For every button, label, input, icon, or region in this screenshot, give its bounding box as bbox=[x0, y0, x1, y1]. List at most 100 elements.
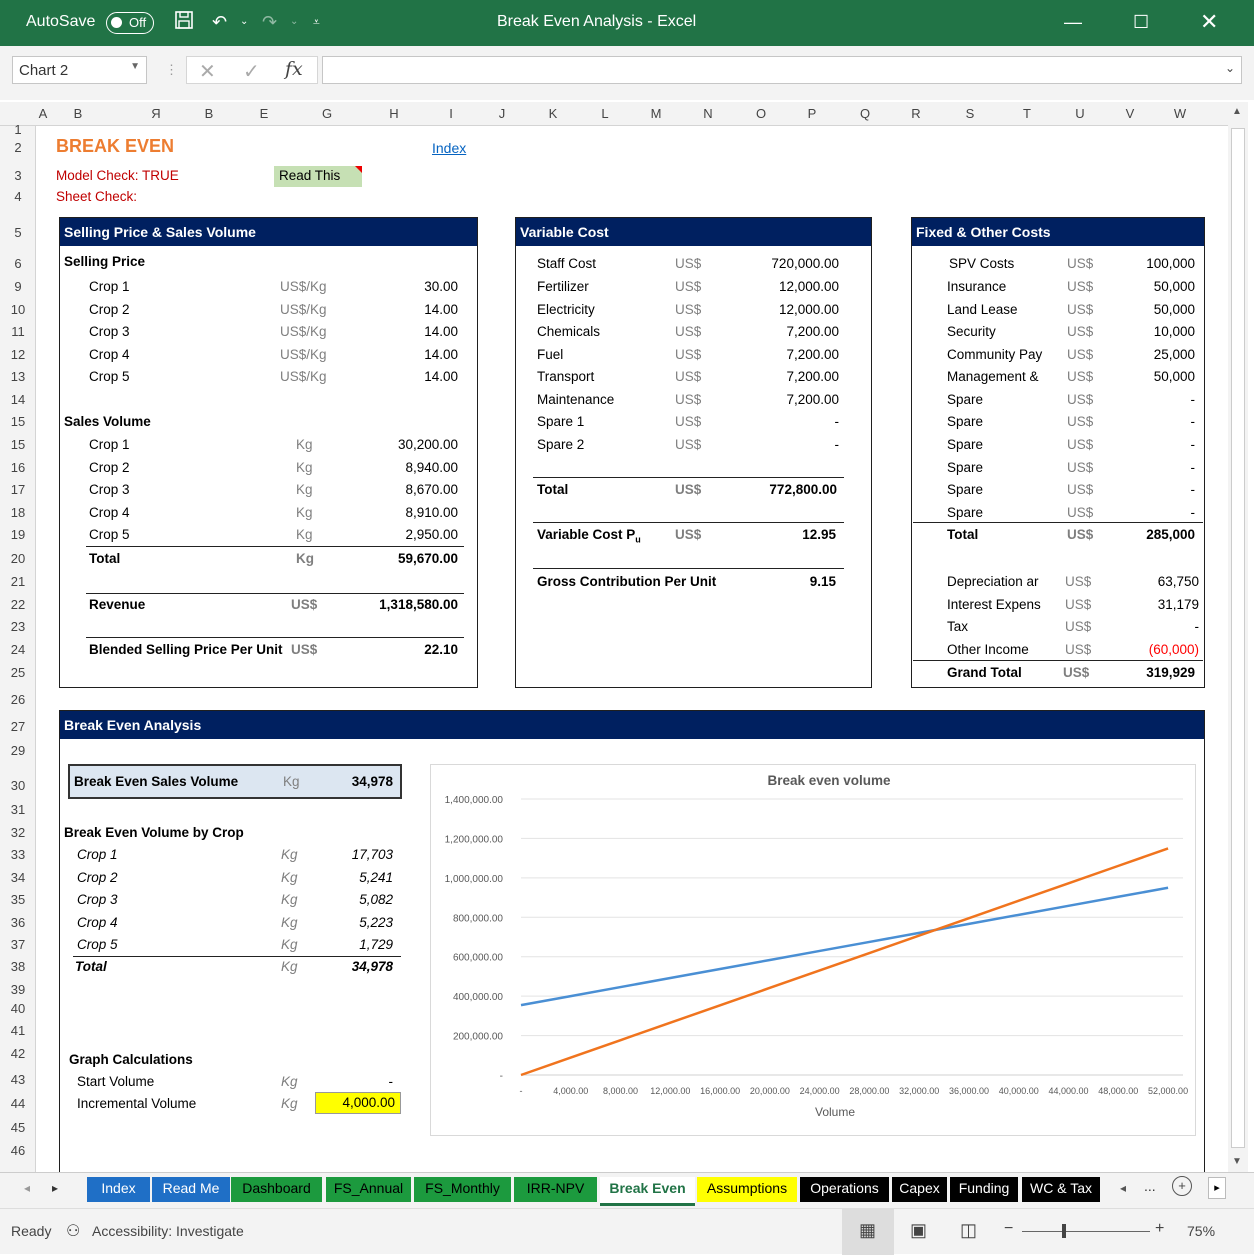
zoom-in-icon[interactable]: + bbox=[1155, 1220, 1164, 1238]
row-header[interactable]: 4 bbox=[0, 189, 36, 204]
redo-icon[interactable]: ↷ bbox=[262, 10, 277, 34]
column-header[interactable]: V bbox=[1122, 106, 1138, 121]
row-header[interactable]: 10 bbox=[0, 302, 36, 317]
insert-function-icon[interactable]: fx bbox=[285, 58, 303, 80]
undo-icon[interactable]: ↶ bbox=[212, 10, 227, 34]
maximize-icon[interactable]: ☐ bbox=[1133, 10, 1149, 34]
row-header[interactable]: 45 bbox=[0, 1120, 36, 1135]
sheet-tab[interactable]: Dashboard bbox=[231, 1177, 322, 1202]
row-header[interactable]: 19 bbox=[0, 527, 36, 542]
row-header[interactable]: 34 bbox=[0, 870, 36, 885]
row-header[interactable]: 23 bbox=[0, 619, 36, 634]
vertical-scrollbar[interactable]: ▲ ▼ bbox=[1228, 102, 1248, 1172]
row-header[interactable]: 41 bbox=[0, 1023, 36, 1038]
column-header[interactable]: L bbox=[597, 106, 613, 121]
row-header[interactable]: 30 bbox=[0, 778, 36, 793]
row-header[interactable]: 40 bbox=[0, 1001, 36, 1016]
next-sheet-icon[interactable]: ▸ bbox=[52, 1181, 58, 1195]
sheet-tab[interactable]: Break Even bbox=[600, 1177, 695, 1206]
zoom-thumb[interactable] bbox=[1062, 1224, 1066, 1238]
sheet-tab[interactable]: Assumptions bbox=[697, 1177, 797, 1202]
column-header[interactable]: N bbox=[700, 106, 716, 121]
accessibility-icon[interactable]: ⚇ bbox=[66, 1221, 80, 1241]
sheet-tab[interactable]: WC & Tax bbox=[1022, 1177, 1100, 1202]
zoom-slider[interactable] bbox=[1022, 1231, 1150, 1232]
row-header[interactable]: 43 bbox=[0, 1072, 36, 1087]
row-header[interactable]: 2 bbox=[0, 140, 36, 155]
add-sheet-icon[interactable]: + bbox=[1172, 1176, 1192, 1196]
minimize-icon[interactable]: — bbox=[1064, 10, 1082, 34]
normal-view-button[interactable]: ▦ bbox=[842, 1209, 894, 1255]
row-header[interactable]: 42 bbox=[0, 1046, 36, 1061]
column-header[interactable]: Q bbox=[857, 106, 873, 121]
enter-icon[interactable]: ✓ bbox=[243, 59, 260, 84]
row-header[interactable]: 14 bbox=[0, 392, 36, 407]
row-header[interactable]: 9 bbox=[0, 279, 36, 294]
page-break-icon[interactable]: ◫ bbox=[960, 1220, 977, 1241]
column-header[interactable]: T bbox=[1019, 106, 1035, 121]
read-this-button[interactable]: Read This bbox=[274, 166, 362, 187]
row-header[interactable]: 26 bbox=[0, 692, 36, 707]
autosave-toggle[interactable]: Off bbox=[106, 12, 154, 34]
row-header[interactable]: 17 bbox=[0, 482, 36, 497]
column-header[interactable]: H bbox=[386, 106, 402, 121]
row-header[interactable]: 46 bbox=[0, 1143, 36, 1158]
more-tabs-icon[interactable]: ... bbox=[1144, 1178, 1156, 1194]
sheet-tab[interactable]: IRR-NPV bbox=[514, 1177, 597, 1202]
hscroll-right-icon[interactable]: ▸ bbox=[1208, 1177, 1226, 1199]
column-header[interactable]: S bbox=[962, 106, 978, 121]
row-header[interactable]: 44 bbox=[0, 1096, 36, 1111]
incremental-volume-input[interactable]: 4,000.00 bbox=[315, 1092, 401, 1114]
row-header[interactable]: 15 bbox=[0, 437, 36, 452]
row-header[interactable]: 31 bbox=[0, 802, 36, 817]
break-even-chart[interactable]: Break even volume - 200,000.00 400,000.00 60… bbox=[430, 764, 1196, 1136]
row-header[interactable]: 36 bbox=[0, 915, 36, 930]
row-header[interactable]: 29 bbox=[0, 743, 36, 758]
row-header[interactable]: 12 bbox=[0, 347, 36, 362]
row-header[interactable]: 22 bbox=[0, 597, 36, 612]
row-header[interactable]: 16 bbox=[0, 460, 36, 475]
close-icon[interactable]: ✕ bbox=[1200, 10, 1218, 34]
row-header[interactable]: 5 bbox=[0, 225, 36, 240]
row-header[interactable]: 11 bbox=[0, 324, 36, 339]
sheet-tab[interactable]: Capex bbox=[892, 1177, 947, 1202]
column-header[interactable]: R bbox=[908, 106, 924, 121]
row-header[interactable]: 15 bbox=[0, 414, 36, 429]
column-header[interactable]: G bbox=[319, 106, 335, 121]
column-header[interactable]: K bbox=[545, 106, 561, 121]
customize-qat-icon[interactable]: ⩡ bbox=[313, 10, 320, 34]
redo-dropdown-icon[interactable]: ⌄ bbox=[290, 10, 298, 34]
row-header[interactable]: 3 bbox=[0, 168, 36, 183]
tab-scroll-icon[interactable]: ◂ bbox=[1120, 1181, 1126, 1195]
accessibility-status[interactable]: Accessibility: Investigate bbox=[92, 1223, 244, 1239]
column-header[interactable]: Я bbox=[148, 106, 164, 121]
column-header[interactable]: U bbox=[1072, 106, 1088, 121]
column-header[interactable]: J bbox=[494, 106, 510, 121]
row-header[interactable]: 25 bbox=[0, 665, 36, 680]
sheet-tab[interactable]: FS_Annual bbox=[326, 1177, 411, 1202]
column-header[interactable]: B bbox=[70, 106, 86, 121]
row-header[interactable]: 6 bbox=[0, 256, 36, 271]
row-header[interactable]: 27 bbox=[0, 719, 36, 734]
formula-input[interactable]: ⌄ bbox=[322, 56, 1242, 84]
save-icon[interactable] bbox=[174, 10, 194, 36]
cancel-icon[interactable]: ✕ bbox=[199, 59, 216, 84]
row-header[interactable]: 38 bbox=[0, 959, 36, 974]
zoom-out-icon[interactable]: − bbox=[1004, 1220, 1013, 1238]
row-header[interactable]: 18 bbox=[0, 505, 36, 520]
column-header[interactable]: O bbox=[753, 106, 769, 121]
row-header[interactable]: 13 bbox=[0, 369, 36, 384]
name-box[interactable]: Chart 2 ▼ bbox=[12, 56, 147, 84]
row-header[interactable]: 32 bbox=[0, 825, 36, 840]
row-header[interactable]: 35 bbox=[0, 892, 36, 907]
row-header[interactable]: 37 bbox=[0, 937, 36, 952]
row-header[interactable]: 39 bbox=[0, 982, 36, 997]
sheet-tab[interactable]: Funding bbox=[950, 1177, 1018, 1202]
row-header[interactable]: 1 bbox=[0, 122, 36, 137]
column-header[interactable]: W bbox=[1172, 106, 1188, 121]
row-header[interactable]: 33 bbox=[0, 847, 36, 862]
prev-sheet-icon[interactable]: ◂ bbox=[24, 1181, 30, 1195]
column-header[interactable]: I bbox=[443, 106, 459, 121]
index-link[interactable]: Index bbox=[432, 140, 466, 156]
page-layout-icon[interactable]: ▣ bbox=[910, 1220, 927, 1241]
